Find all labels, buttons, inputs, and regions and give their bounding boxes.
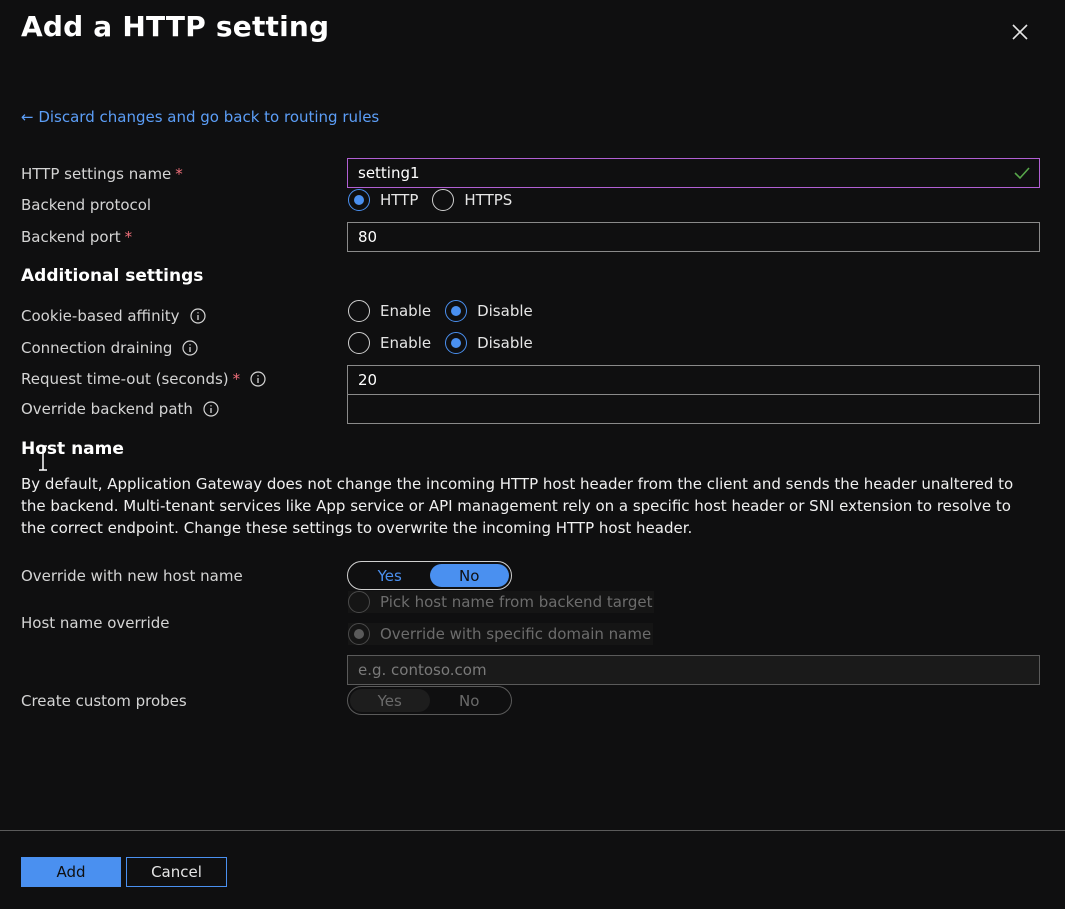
override-new-host-label: Override with new host name bbox=[21, 567, 243, 585]
override-backend-path-input[interactable] bbox=[347, 394, 1040, 424]
close-icon bbox=[1012, 24, 1028, 40]
cookie-affinity-label: Cookie-based affinity bbox=[21, 307, 206, 325]
add-button[interactable]: Add bbox=[21, 857, 121, 887]
custom-probes-label: Create custom probes bbox=[21, 692, 187, 710]
domain-name-input[interactable]: e.g. contoso.com bbox=[347, 655, 1040, 685]
backend-port-label: Backend port * bbox=[21, 228, 133, 246]
host-name-override-option-pick: Pick host name from backend target bbox=[348, 591, 668, 613]
footer-divider bbox=[0, 830, 1065, 831]
connection-draining-enable-radio[interactable]: Enable bbox=[348, 332, 431, 354]
cancel-button[interactable]: Cancel bbox=[126, 857, 227, 887]
custom-probes-toggle[interactable]: Yes No bbox=[347, 686, 512, 715]
close-button[interactable] bbox=[1006, 18, 1034, 46]
host-name-override-option-specific: Override with specific domain name bbox=[348, 623, 667, 645]
host-name-description: By default, Application Gateway does not… bbox=[21, 475, 1014, 537]
additional-settings-heading: Additional settings bbox=[21, 266, 204, 286]
override-new-host-no[interactable]: No bbox=[429, 564, 509, 587]
protocol-https-radio[interactable]: HTTPS bbox=[432, 189, 512, 211]
info-icon[interactable] bbox=[189, 308, 206, 324]
protocol-http-radio[interactable]: HTTP bbox=[348, 189, 418, 211]
backend-port-input[interactable]: 80 bbox=[347, 222, 1040, 252]
discard-back-link[interactable]: ← Discard changes and go back to routing… bbox=[21, 108, 379, 126]
request-timeout-label: Request time-out (seconds) * bbox=[21, 370, 266, 388]
custom-probes-yes[interactable]: Yes bbox=[350, 689, 430, 712]
backend-protocol-group: HTTP HTTPS bbox=[348, 189, 526, 211]
connection-draining-label: Connection draining bbox=[21, 339, 199, 357]
info-icon[interactable] bbox=[182, 340, 199, 356]
pick-host-from-backend-radio[interactable]: Pick host name from backend target bbox=[348, 591, 655, 613]
connection-draining-disable-radio[interactable]: Disable bbox=[445, 332, 533, 354]
http-settings-name-input[interactable]: setting1 bbox=[347, 158, 1040, 188]
host-name-override-label: Host name override bbox=[21, 614, 170, 632]
request-timeout-input[interactable]: 20 bbox=[347, 365, 1040, 395]
custom-probes-no[interactable]: No bbox=[430, 689, 510, 712]
http-settings-name-label: HTTP settings name * bbox=[21, 165, 183, 183]
text-cursor-icon bbox=[39, 445, 47, 471]
override-new-host-toggle[interactable]: Yes No bbox=[347, 561, 512, 590]
cookie-affinity-enable-radio[interactable]: Enable bbox=[348, 300, 431, 322]
required-asterisk: * bbox=[175, 165, 183, 183]
page-title: Add a HTTP setting bbox=[21, 10, 330, 43]
override-new-host-yes[interactable]: Yes bbox=[350, 564, 430, 587]
override-specific-domain-radio[interactable]: Override with specific domain name bbox=[348, 623, 654, 645]
backend-protocol-label: Backend protocol bbox=[21, 196, 152, 214]
connection-draining-group: Enable Disable bbox=[348, 332, 547, 354]
info-icon[interactable] bbox=[203, 401, 219, 417]
checkmark-icon bbox=[1014, 167, 1030, 180]
cookie-affinity-disable-radio[interactable]: Disable bbox=[445, 300, 533, 322]
override-backend-path-label: Override backend path bbox=[21, 400, 219, 418]
required-asterisk: * bbox=[124, 228, 133, 246]
cookie-affinity-group: Enable Disable bbox=[348, 300, 547, 322]
required-asterisk: * bbox=[232, 370, 241, 388]
info-icon[interactable] bbox=[250, 371, 266, 387]
